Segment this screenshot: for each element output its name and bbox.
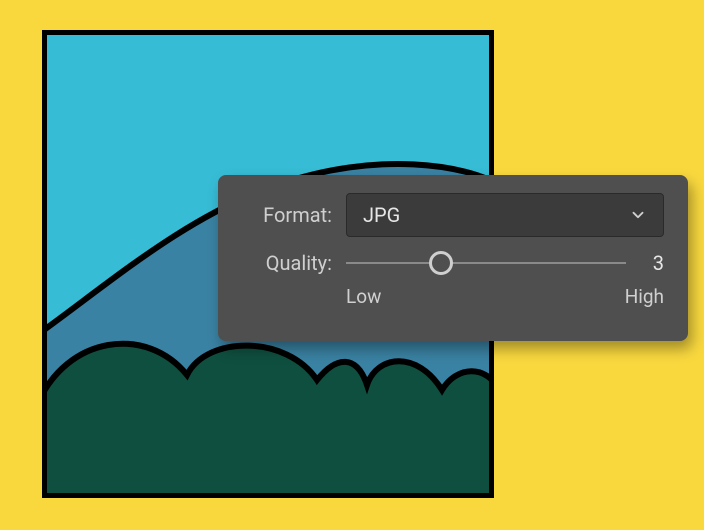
quality-slider-thumb[interactable] — [429, 251, 453, 275]
chevron-down-icon — [629, 206, 647, 224]
quality-slider-wrap: 3 — [346, 251, 664, 275]
format-value: JPG — [363, 203, 400, 227]
format-select[interactable]: JPG — [346, 193, 664, 237]
quality-row: Quality: 3 — [242, 251, 664, 275]
quality-slider[interactable] — [346, 262, 626, 264]
format-label: Format: — [242, 203, 332, 227]
quality-range-labels: Low High — [242, 285, 664, 308]
quality-value: 3 — [644, 251, 664, 275]
format-row: Format: JPG — [242, 193, 664, 237]
quality-label: Quality: — [242, 251, 332, 275]
quality-low-label: Low — [346, 285, 381, 308]
export-settings-panel: Format: JPG Quality: 3 Low High — [218, 175, 688, 341]
quality-high-label: High — [625, 285, 664, 308]
